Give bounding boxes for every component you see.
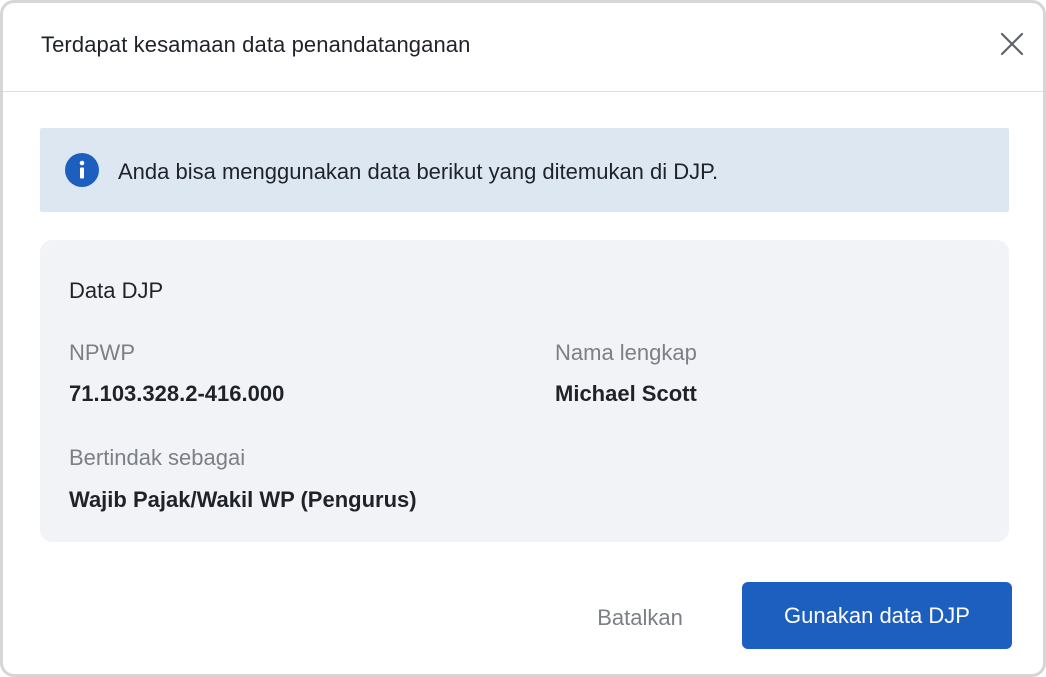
nama-lengkap-value: Michael Scott [555, 381, 697, 406]
close-icon [1000, 32, 1024, 56]
npwp-value: 71.103.328.2-416.000 [69, 381, 285, 406]
cancel-button[interactable]: Batalkan [575, 585, 705, 651]
bertindak-value: Wajib Pajak/Wakil WP (Pengurus) [69, 487, 417, 512]
info-text: Anda bisa menggunakan data berikut yang … [118, 159, 719, 184]
dialog-title: Terdapat kesamaan data penandatanganan [41, 32, 471, 57]
close-button[interactable] [995, 27, 1029, 61]
bertindak-label: Bertindak sebagai [69, 445, 246, 470]
use-djp-data-button[interactable]: Gunakan data DJP [742, 582, 1012, 649]
npwp-label: NPWP [69, 340, 135, 365]
dialog-header: Terdapat kesamaan data penandatanganan [3, 3, 1043, 92]
dialog: Terdapat kesamaan data penandatanganan A… [0, 0, 1046, 677]
card-title: Data DJP [69, 278, 164, 303]
djp-data-card: Data DJP NPWP 71.103.328.2-416.000 Nama … [40, 240, 1009, 542]
info-icon [65, 153, 99, 187]
nama-lengkap-label: Nama lengkap [555, 340, 697, 365]
info-banner: Anda bisa menggunakan data berikut yang … [40, 128, 1009, 212]
